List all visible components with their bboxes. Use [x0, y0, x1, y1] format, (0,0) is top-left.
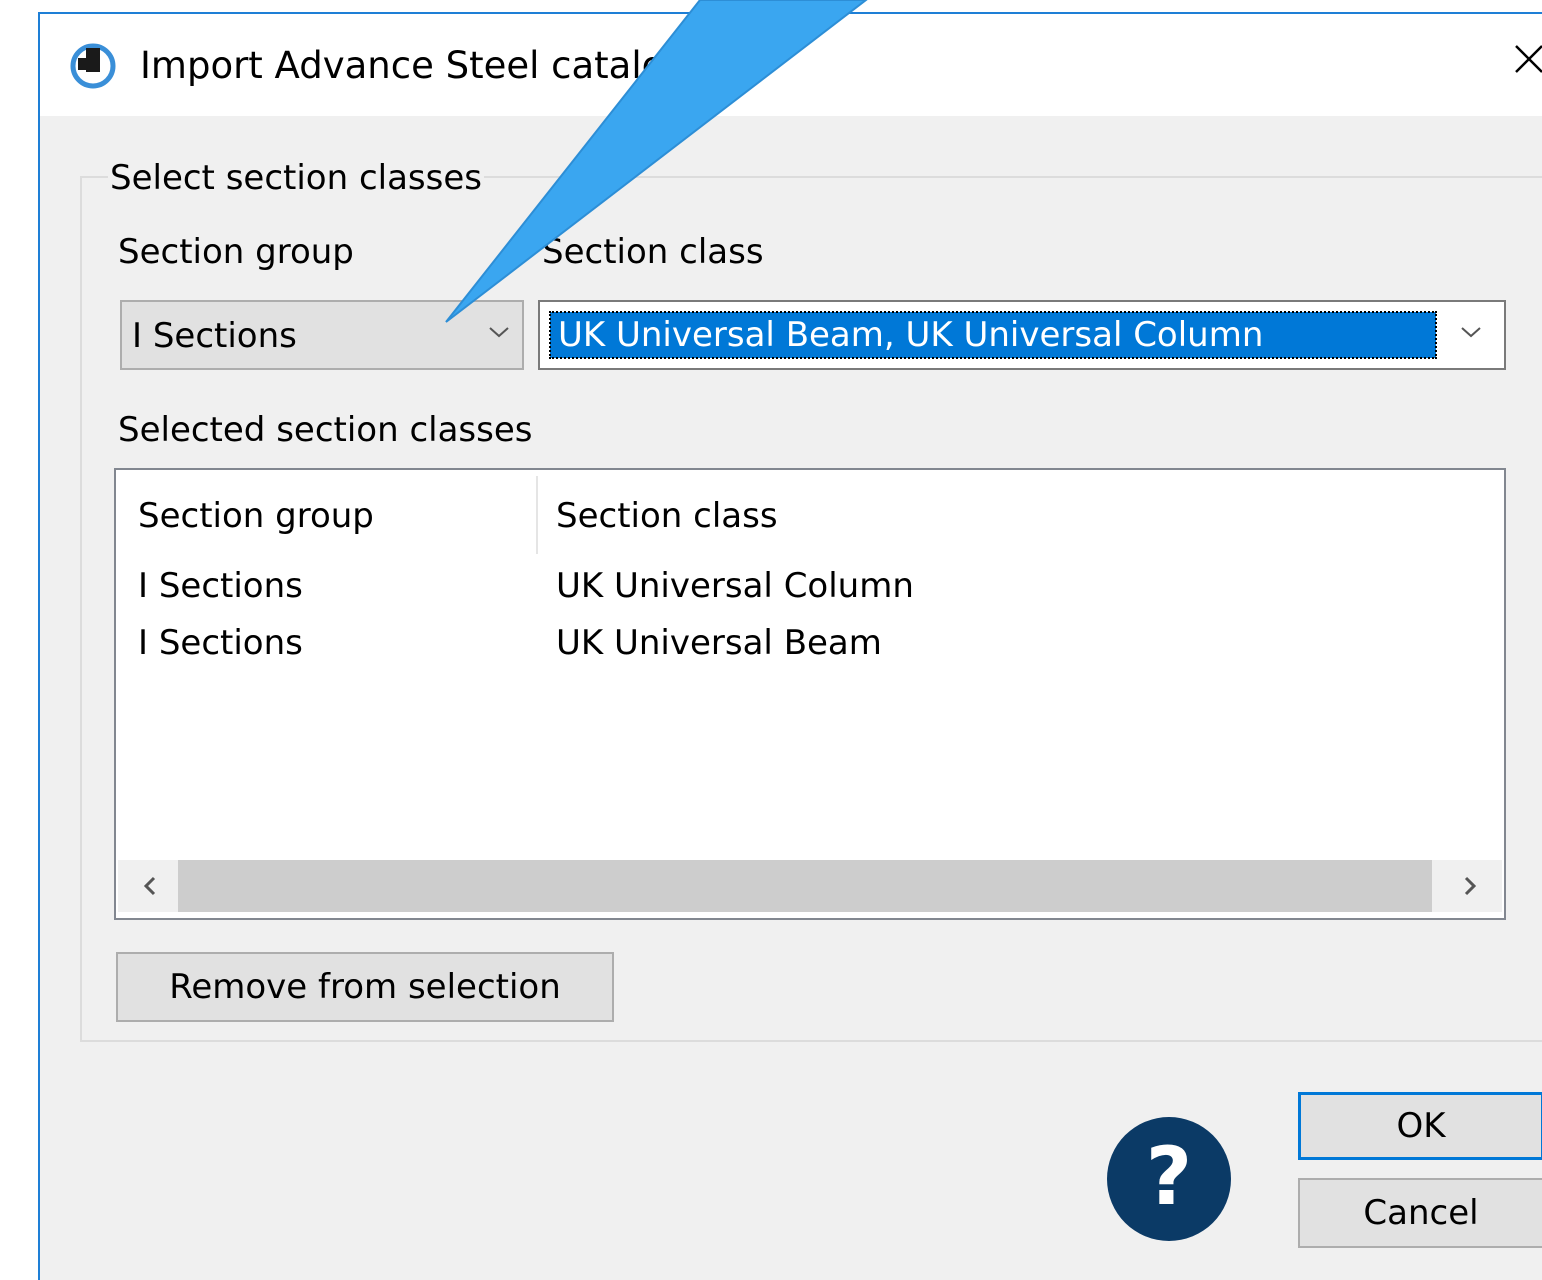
column-header-section-class[interactable]: Section class	[556, 496, 778, 536]
column-header-section-group[interactable]: Section group	[138, 496, 374, 536]
section-class-label: Section class	[542, 232, 764, 272]
table-row-2-class[interactable]: UK Universal Beam	[556, 623, 882, 663]
section-group-value: I Sections	[132, 316, 297, 356]
dialog-window: Import Advance Steel catalog Select sect…	[38, 12, 1542, 1280]
ok-button[interactable]: OK	[1298, 1092, 1542, 1160]
selected-classes-list[interactable]: Section group Section class I Sections U…	[114, 468, 1506, 920]
section-class-combo[interactable]: UK Universal Beam, UK Universal Column	[538, 300, 1506, 370]
horizontal-scrollbar[interactable]	[118, 860, 1502, 912]
section-group-combo[interactable]: I Sections	[120, 300, 524, 370]
chevron-left-icon[interactable]	[138, 874, 162, 898]
window-title: Import Advance Steel catalog	[140, 44, 688, 87]
table-row-2-group[interactable]: I Sections	[138, 623, 303, 663]
section-class-value: UK Universal Beam, UK Universal Column	[549, 311, 1437, 359]
scrollbar-thumb[interactable]	[178, 860, 1432, 912]
help-icon[interactable]: ?	[1106, 1116, 1232, 1242]
table-row-1-class[interactable]: UK Universal Column	[556, 566, 914, 606]
title-bar: Import Advance Steel catalog	[40, 14, 1542, 116]
help-symbol: ?	[1146, 1130, 1192, 1223]
selected-classes-label: Selected section classes	[118, 410, 533, 450]
chevron-down-icon[interactable]	[1460, 324, 1482, 340]
table-row-1-group[interactable]: I Sections	[138, 566, 303, 606]
column-divider[interactable]	[536, 476, 538, 554]
section-group-label: Section group	[118, 232, 354, 272]
remove-from-selection-button[interactable]: Remove from selection	[116, 952, 614, 1022]
app-icon	[70, 43, 116, 89]
chevron-down-icon[interactable]	[488, 324, 510, 340]
close-icon[interactable]	[1512, 34, 1542, 84]
cancel-button[interactable]: Cancel	[1298, 1178, 1542, 1248]
chevron-right-icon[interactable]	[1458, 874, 1482, 898]
group-legend: Select section classes	[108, 158, 484, 198]
